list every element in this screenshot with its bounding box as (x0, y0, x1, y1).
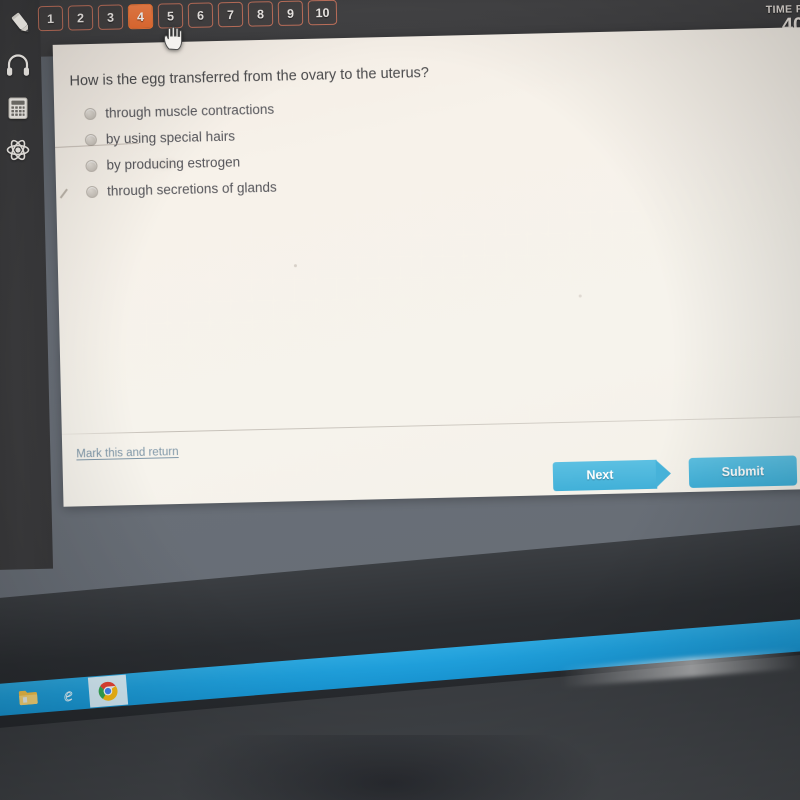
taskbar-item-chrome[interactable] (87, 674, 129, 708)
file-explorer-icon (18, 690, 38, 706)
answer-option-label: through secretions of glands (106, 179, 277, 199)
internet-explorer-icon: e (63, 684, 74, 706)
atom-icon[interactable] (5, 137, 31, 163)
question-nav-button-6[interactable]: 6 (187, 2, 214, 28)
answer-option[interactable]: through secretions of glands (85, 167, 800, 199)
answer-option[interactable]: through muscle contractions (84, 89, 800, 121)
question-panel: How is the egg transferred from the ovar… (52, 27, 800, 507)
svg-text:e: e (63, 685, 73, 706)
answer-option-label: through muscle contractions (105, 101, 275, 121)
question-nav-button-7[interactable]: 7 (217, 1, 244, 28)
radio-button-icon[interactable] (84, 107, 97, 120)
radio-button-icon[interactable] (85, 159, 98, 172)
taskbar-item-internet-explorer[interactable]: e (48, 678, 88, 711)
chrome-icon (98, 681, 118, 701)
answer-option[interactable]: by using special hairs (84, 115, 800, 147)
question-nav-button-9[interactable]: 9 (277, 0, 304, 27)
hand-cursor-icon (164, 26, 183, 50)
question-nav-button-8[interactable]: 8 (247, 1, 274, 27)
question-nav-button-2[interactable]: 2 (67, 5, 94, 31)
next-button[interactable]: Next (552, 459, 658, 491)
submit-button[interactable]: Submit (688, 455, 798, 488)
question-text: How is the egg transferred from the ovar… (69, 65, 430, 90)
footer-buttons: Next Submit (552, 455, 798, 491)
pencil-icon[interactable] (6, 8, 36, 38)
question-nav-button-3[interactable]: 3 (97, 4, 124, 30)
ink-mark (59, 188, 68, 199)
calculator-icon[interactable] (5, 95, 31, 121)
question-nav-button-1[interactable]: 1 (37, 5, 64, 32)
options-list: through muscle contractions by using spec… (68, 89, 800, 199)
desk-shadow (180, 735, 600, 800)
footer-divider (61, 416, 800, 435)
question-nav-button-10[interactable]: 10 (307, 0, 338, 26)
ink-mark (293, 264, 297, 268)
radio-button-icon[interactable] (85, 185, 99, 198)
answer-option[interactable]: by producing estrogen (85, 141, 800, 173)
mark-this-and-return-link[interactable]: Mark this and return (76, 446, 179, 460)
monitor-photo: 1 2 3 4 5 6 7 8 9 10 TIME R 40 How is th… (0, 0, 800, 800)
question-nav-button-4[interactable]: 4 (127, 3, 154, 30)
ink-mark (578, 294, 582, 298)
taskbar-item-file-explorer[interactable] (8, 681, 48, 714)
headphones-icon[interactable] (5, 52, 31, 78)
